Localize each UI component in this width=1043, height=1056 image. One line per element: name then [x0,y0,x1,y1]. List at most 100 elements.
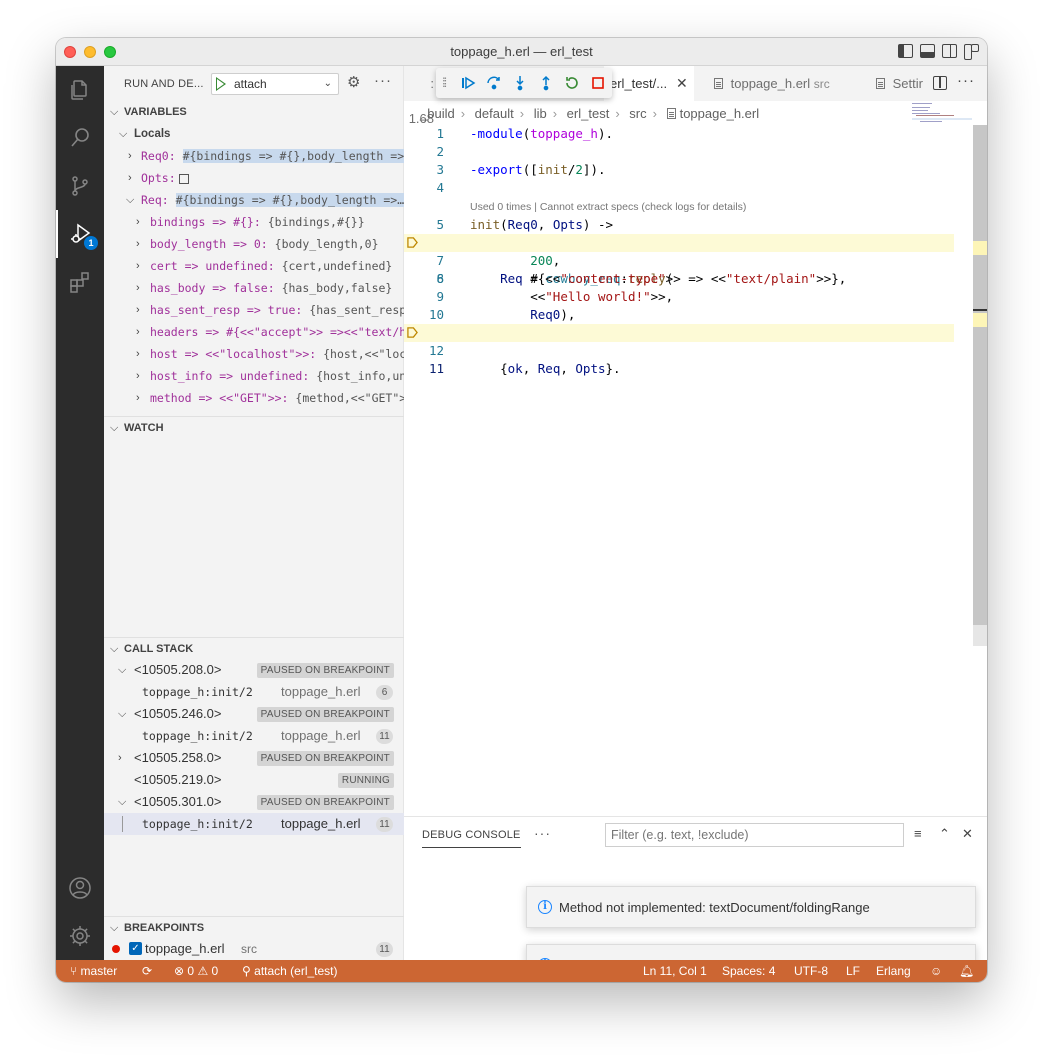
code-line: 2 [436,144,444,159]
customize-layout-icon[interactable] [964,44,979,60]
explorer-icon[interactable] [56,66,104,114]
editor-vertical-scrollbar[interactable] [973,125,987,646]
search-icon[interactable] [56,114,104,162]
variable-child-row[interactable]: › host_info => undefined: {host_info,un… [104,365,404,387]
variable-row-expanded[interactable]: ⌵ Req: #{bindings => #{},body_length =>… [104,189,404,211]
eol-item[interactable]: LF [846,960,860,982]
breadcrumb-item[interactable]: _build [420,106,455,121]
breadcrumb-item[interactable]: lib [534,106,547,121]
more-actions-icon[interactable]: ··· [957,72,975,89]
call-stack-thread[interactable]: ⌵ <10505.301.0> PAUSED ON BREAKPOINT [104,791,404,813]
toggle-panel-icon[interactable] [920,44,935,58]
debug-session-item[interactable]: ⚲ attach (erl_test) [242,960,338,982]
manage-gear-icon[interactable] [56,912,104,960]
chevron-right-icon: › [128,172,132,184]
call-stack-thread[interactable]: ⌵ <10505.208.0> PAUSED ON BREAKPOINT [104,659,404,681]
breadcrumb-item[interactable]: src [629,106,646,121]
code-line: 7 200, [436,253,561,268]
code-lens[interactable]: Used 0 times | Cannot extract specs (che… [470,201,746,217]
call-stack-thread[interactable]: › <10505.258.0> PAUSED ON BREAKPOINT [104,747,404,769]
sidebar-header: RUN AND DE... attach ⌄ ⚙ ··· [104,66,404,101]
indentation-item[interactable]: Spaces: 4 [722,960,775,982]
variable-child-row[interactable]: › cert => undefined: {cert,undefined} [104,255,404,277]
tab-toppage-h[interactable]: toppage_h.erl src [704,66,864,101]
start-debugging-icon[interactable] [216,77,226,91]
source-control-icon[interactable] [56,162,104,210]
split-editor-icon[interactable] [933,76,947,90]
account-icon[interactable] [56,864,104,912]
cursor-position-item[interactable]: Ln 11, Col 1 [643,960,707,982]
breadcrumb-item[interactable]: toppage_h.erl [680,106,760,121]
call-stack-frame[interactable]: toppage_h:init/2 toppage_h.erl 6 [104,681,404,703]
debug-console-filter-input[interactable] [605,823,904,847]
git-branch-item[interactable]: ⑂ master [70,960,117,982]
restart-icon[interactable] [562,73,582,93]
maximize-panel-icon[interactable]: ⌃ [939,826,950,842]
variable-row[interactable]: › Opts: [104,167,404,189]
feedback-icon[interactable]: ☺ [930,960,942,982]
breakpoint-item[interactable]: ✓ toppage_h.erl src 11 [104,938,404,960]
extensions-icon[interactable] [56,258,104,306]
clear-console-icon[interactable]: ≡ [914,826,922,841]
tab-erl-test[interactable]: erl_test/... ✕ [604,66,694,101]
tab-debug-console[interactable]: DEBUG CONSOLE [422,826,521,848]
stop-icon[interactable] [588,73,608,93]
call-stack-section-header[interactable]: ⌵ CALL STACK [104,638,404,660]
close-panel-icon[interactable]: ✕ [962,826,973,842]
scrollbar-thumb[interactable] [973,125,987,625]
call-stack-frame-selected[interactable]: toppage_h:init/2 toppage_h.erl 11 [104,813,404,835]
variable-child-row[interactable]: › method => <<"GET">>: {method,<<"GET">… [104,387,404,404]
variables-section-header[interactable]: ⌵ VARIABLES [104,101,404,123]
paused-breakpoint-icon[interactable] [407,327,418,338]
variable-child-row[interactable]: › bindings => #{}: {bindings,#{}} [104,211,404,233]
call-stack-thread[interactable]: ⌵ <10505.246.0> PAUSED ON BREAKPOINT [104,703,404,725]
continue-icon[interactable] [458,73,478,93]
call-stack-frame[interactable]: toppage_h:init/2 toppage_h.erl 11 [104,725,404,747]
open-launch-json-gear-icon[interactable]: ⚙ [347,75,360,91]
toggle-primary-sidebar-icon[interactable] [898,44,913,58]
call-stack-thread[interactable]: <10505.219.0> RUNNING [104,769,404,791]
panel-more-icon[interactable]: ··· [534,825,551,841]
step-into-icon[interactable] [510,73,530,93]
breadcrumb-item[interactable]: default [475,106,514,121]
encoding-item[interactable]: UTF-8 [794,960,828,982]
breakpoint-enabled-checkbox[interactable]: ✓ [129,942,142,955]
code-line: 8 #{<<"content-type">> => <<"text/plain"… [436,271,847,286]
tree-indent-guide [122,816,123,832]
code-line: 12 [428,343,444,358]
run-debug-icon[interactable]: 1 [56,210,104,258]
chevron-right-icon: › [136,260,140,272]
scrollbar-breakpoint-marker [973,241,987,255]
more-actions-icon[interactable]: ··· [374,73,392,89]
drag-handle-icon[interactable]: ⁞⁞ [442,75,447,90]
close-tab-icon[interactable]: ✕ [676,66,688,101]
step-out-icon[interactable] [536,73,556,93]
locals-scope[interactable]: ⌵ Locals [104,123,404,145]
language-mode-item[interactable]: Erlang [876,960,911,982]
step-over-icon[interactable] [484,73,504,93]
toggle-secondary-sidebar-icon[interactable] [942,44,957,58]
launch-config-select[interactable]: attach ⌄ [211,73,339,95]
variable-child-row[interactable]: › has_sent_resp => true: {has_sent_resp… [104,299,404,321]
variable-row[interactable]: › Req0: #{bindings => #{},body_length =>… [104,145,404,167]
info-icon: i [538,900,552,914]
chevron-right-icon: › [118,752,122,764]
variable-child-row[interactable]: › has_body => false: {has_body,false} [104,277,404,299]
watch-section-header[interactable]: ⌵ WATCH [104,417,404,439]
notification-toast[interactable]: i Method not implemented: textDocument/f… [526,886,976,928]
chevron-right-icon: › [136,392,140,404]
variable-child-row[interactable]: › host => <<"localhost">>: {host,<<"loc… [104,343,404,365]
file-icon [876,78,885,89]
notifications-bell-icon[interactable]: 🔔︎ [959,960,974,982]
breakpoints-section-header[interactable]: ⌵ BREAKPOINTS [104,917,404,939]
paused-breakpoint-icon[interactable] [407,237,418,248]
variable-child-row[interactable]: › body_length => 0: {body_length,0} [104,233,404,255]
sync-icon[interactable]: ⟳ [142,960,152,982]
line-number-badge: 11 [376,942,393,957]
breadcrumb-item[interactable]: erl_test [567,106,610,121]
tab-settings[interactable]: Settir [874,66,932,101]
chevron-down-icon: ⌄ [323,78,332,89]
problems-item[interactable]: ⊗ 0 ⚠ 0 [174,960,218,982]
chevron-right-icon: › [128,150,132,162]
variable-child-row[interactable]: › headers => #{<<"accept">> =><<"text/ht… [104,321,404,343]
